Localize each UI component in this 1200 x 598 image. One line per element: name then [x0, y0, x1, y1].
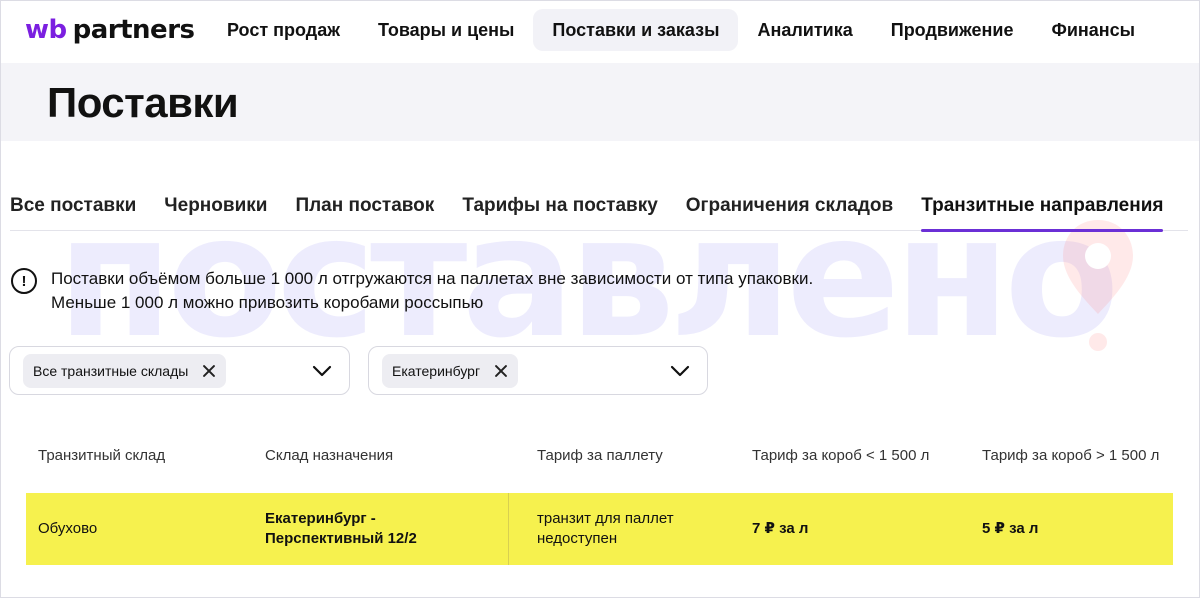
cell-pallet-tariff: транзит для паллет недоступен	[537, 509, 674, 549]
page: wb partners Рост продаж Товары и цены По…	[0, 0, 1200, 598]
top-header: wb partners Рост продаж Товары и цены По…	[1, 1, 1199, 63]
tab-transit-directions[interactable]: Транзитные направления	[921, 187, 1164, 232]
cell-pallet-line-2: недоступен	[537, 530, 618, 547]
cell-destination-line-2: Перспективный 12/2	[265, 530, 417, 547]
cell-destination: Екатеринбург - Перспективный 12/2	[265, 509, 417, 549]
close-icon[interactable]	[202, 364, 216, 378]
info-notice: ! Поставки объёмом больше 1 000 л отгруж…	[11, 267, 813, 315]
logo-partners-text: partners	[72, 15, 195, 45]
chip-label: Все транзитные склады	[33, 363, 189, 379]
table-row: Обухово Екатеринбург - Перспективный 12/…	[26, 493, 1173, 565]
cell-destination-line-1: Екатеринбург -	[265, 510, 376, 527]
main-nav: Рост продаж Товары и цены Поставки и зак…	[208, 9, 1154, 51]
chevron-down-icon[interactable]	[311, 360, 333, 382]
logo-wb-text: wb	[25, 15, 67, 45]
notice-line-2: Меньше 1 000 л можно привозить коробами …	[51, 293, 484, 312]
location-pin-icon	[1063, 220, 1133, 351]
wb-partners-logo[interactable]: wb partners	[25, 15, 195, 45]
column-header-transit: Транзитный склад	[38, 447, 166, 464]
tab-supply-plan[interactable]: План поставок	[295, 187, 434, 231]
tab-all-supplies[interactable]: Все поставки	[10, 187, 136, 231]
transit-warehouse-chip[interactable]: Все транзитные склады	[23, 354, 227, 388]
cell-box-large-tariff: 5 ₽ за л	[982, 520, 1039, 537]
tab-supply-tariffs[interactable]: Тарифы на поставку	[462, 187, 657, 231]
tab-warehouse-limits[interactable]: Ограничения складов	[686, 187, 893, 231]
destination-warehouse-chip[interactable]: Екатеринбург	[382, 354, 519, 388]
nav-item-analytics[interactable]: Аналитика	[738, 9, 871, 51]
close-icon[interactable]	[494, 364, 508, 378]
nav-item-promotion[interactable]: Продвижение	[872, 9, 1033, 51]
notice-line-1: Поставки объёмом больше 1 000 л отгружаю…	[51, 269, 814, 288]
nav-item-sales-growth[interactable]: Рост продаж	[208, 9, 359, 51]
cell-pallet-line-1: транзит для паллет	[537, 510, 674, 527]
transit-warehouse-select[interactable]: Все транзитные склады	[9, 346, 350, 395]
column-header-box-large-tariff: Тариф за короб > 1 500 л	[982, 447, 1160, 464]
tab-drafts[interactable]: Черновики	[164, 187, 267, 231]
column-header-destination: Склад назначения	[265, 447, 394, 464]
column-header-box-small-tariff: Тариф за короб < 1 500 л	[752, 447, 930, 464]
notice-text: Поставки объёмом больше 1 000 л отгружаю…	[51, 267, 813, 315]
nav-item-finance[interactable]: Финансы	[1032, 9, 1154, 51]
nav-item-products-prices[interactable]: Товары и цены	[359, 9, 533, 51]
table-header: Транзитный склад Склад назначения Тариф …	[26, 441, 1173, 471]
chevron-down-icon[interactable]	[669, 360, 691, 382]
destination-warehouse-select[interactable]: Екатеринбург	[368, 346, 708, 395]
nav-item-supplies-orders[interactable]: Поставки и заказы	[533, 9, 739, 51]
column-header-pallet-tariff: Тариф за паллету	[537, 447, 663, 464]
chip-label: Екатеринбург	[392, 363, 481, 379]
supplies-tabs: Все поставки Черновики План поставок Тар…	[10, 187, 1188, 232]
cell-box-small-tariff: 7 ₽ за л	[752, 520, 809, 537]
exclamation-circle-icon: !	[11, 268, 37, 294]
page-title: Поставки	[47, 79, 239, 126]
cell-transit: Обухово	[38, 520, 98, 537]
title-band: Поставки	[1, 63, 1199, 141]
column-divider	[508, 493, 509, 565]
